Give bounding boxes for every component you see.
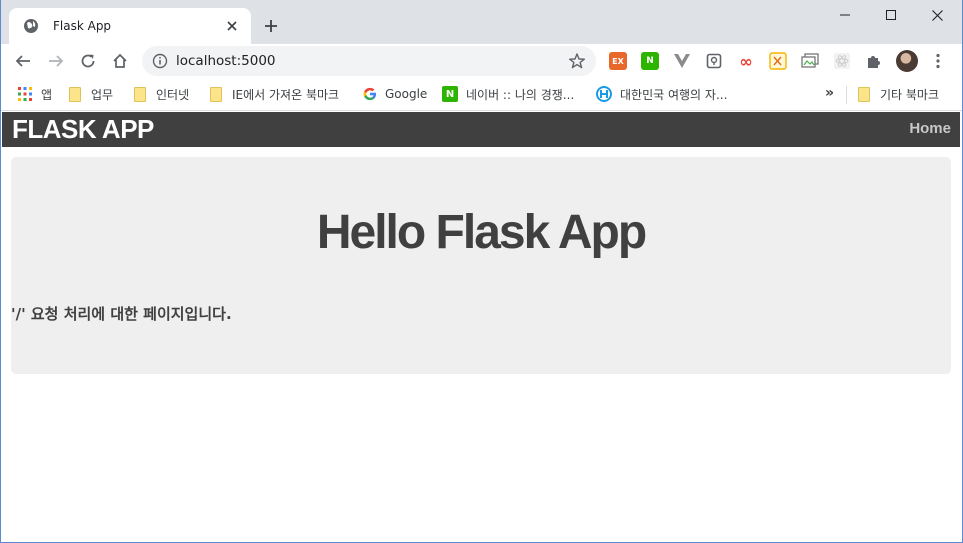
minimize-button[interactable] xyxy=(822,0,868,30)
bookmark-star-icon[interactable] xyxy=(568,52,586,70)
forward-button[interactable] xyxy=(43,48,69,74)
reload-button[interactable] xyxy=(75,48,101,74)
bookmark-label: 대한민국 여행의 자... xyxy=(620,87,728,102)
bookmark-label: 앱 xyxy=(41,87,53,102)
bookmark-label: IE에서 가져온 북마크 xyxy=(232,87,340,102)
bookmark-folder-internet[interactable]: 인터넷 xyxy=(134,84,189,104)
puzzle-icon[interactable] xyxy=(865,52,883,70)
tab-strip: Flask App xyxy=(1,0,962,44)
infinity-extension-icon[interactable]: ∞ xyxy=(737,52,755,71)
bookmark-folder-work[interactable]: 업무 xyxy=(69,84,113,104)
maximize-button[interactable] xyxy=(868,0,914,30)
close-window-button[interactable] xyxy=(914,0,960,30)
site-brand[interactable]: FLASK APP xyxy=(12,114,154,145)
google-icon xyxy=(363,87,377,101)
travel-icon xyxy=(596,86,612,102)
home-button[interactable] xyxy=(107,48,133,74)
folder-icon xyxy=(69,86,81,102)
back-button[interactable] xyxy=(10,48,36,74)
profile-avatar[interactable] xyxy=(896,50,918,72)
translate-extension-icon[interactable] xyxy=(769,52,787,70)
info-icon[interactable] xyxy=(152,53,168,69)
react-extension-icon[interactable] xyxy=(833,52,851,70)
folder-icon xyxy=(134,86,146,102)
keep-extension-icon[interactable] xyxy=(705,52,723,70)
bookmark-google[interactable]: Google xyxy=(363,84,427,104)
page-heading: Hello Flask App xyxy=(316,206,647,259)
vue-devtools-icon[interactable] xyxy=(673,52,691,70)
bookmark-travel[interactable]: 대한민국 여행의 자... xyxy=(596,84,727,104)
bookmark-label: Google xyxy=(385,87,428,101)
apps-grid-icon xyxy=(18,87,32,101)
url-text: localhost:5000 xyxy=(176,53,276,69)
address-bar[interactable]: localhost:5000 xyxy=(142,46,596,76)
jumbotron: Hello Flask App '/' 요청 처리에 대한 페이지입니다. xyxy=(11,157,951,374)
bookmark-label: 기타 북마크 xyxy=(880,87,940,102)
nav-home-link[interactable]: Home xyxy=(909,120,951,137)
reload-icon xyxy=(81,54,95,68)
bookmark-folder-ie[interactable]: IE에서 가져온 북마크 xyxy=(210,84,339,104)
bookmark-label: 업무 xyxy=(91,87,114,102)
more-menu-icon[interactable] xyxy=(929,52,947,70)
bookmark-label: 인터넷 xyxy=(156,87,190,102)
window-extension-icon[interactable] xyxy=(801,52,819,70)
bookmarks-overflow-button[interactable]: » xyxy=(825,85,834,101)
bookmark-naver[interactable]: N 네이버 :: 나의 경쟁... xyxy=(442,84,574,104)
naver-icon: N xyxy=(442,86,458,102)
arrow-right-icon xyxy=(49,55,64,67)
arrow-left-icon xyxy=(15,55,30,67)
bookmarks-separator xyxy=(846,86,847,104)
bookmark-other[interactable]: 기타 북마크 xyxy=(858,84,939,104)
naver-extension-icon[interactable]: N xyxy=(641,52,659,70)
ex-extension-icon[interactable]: EX xyxy=(609,52,627,70)
site-navbar: FLASK APP Home xyxy=(2,112,960,147)
page-description: '/' 요청 처리에 대한 페이지입니다. xyxy=(11,305,232,323)
bookmarks-bar: 앱 업무 인터넷 IE에서 가져온 북마크 Google N 네이버 :: 나의… xyxy=(1,78,962,111)
home-icon xyxy=(113,53,127,68)
browser-toolbar: localhost:5000 EX N ∞ xyxy=(1,44,962,78)
folder-icon xyxy=(858,86,870,102)
globe-icon xyxy=(23,18,39,34)
folder-icon xyxy=(210,86,222,102)
bookmark-label: 네이버 :: 나의 경쟁... xyxy=(466,87,575,102)
page-viewport: FLASK APP Home Hello Flask App '/' 요청 처리… xyxy=(2,112,962,542)
bookmark-apps[interactable]: 앱 xyxy=(17,84,52,104)
close-tab-icon[interactable] xyxy=(223,17,241,35)
new-tab-button[interactable] xyxy=(259,14,283,38)
tab-flask-app[interactable]: Flask App xyxy=(9,8,251,44)
browser-window: Flask App localhost:5000 EX N ∞ 앱 업무 인터넷… xyxy=(0,0,963,543)
tab-title: Flask App xyxy=(53,19,112,33)
